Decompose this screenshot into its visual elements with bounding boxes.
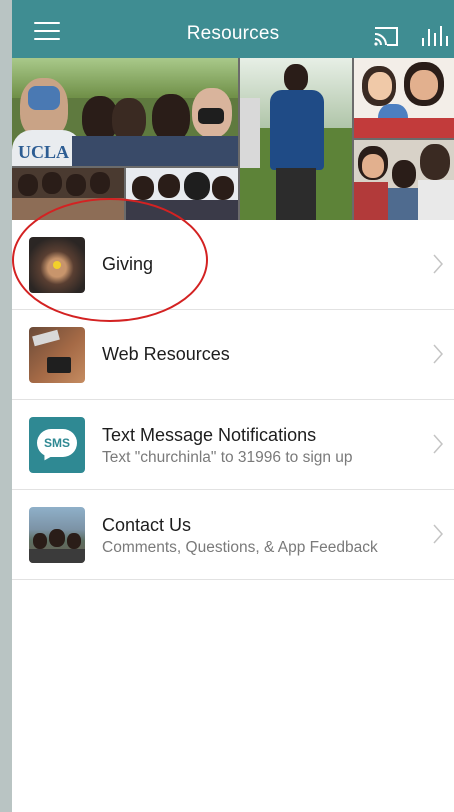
chevron-right-icon	[433, 524, 444, 544]
sms-label: SMS	[43, 436, 70, 450]
list-item-web-resources[interactable]: Web Resources	[12, 310, 454, 400]
cast-icon[interactable]	[372, 24, 400, 48]
resources-list: Giving Web Resources SMS Text Message No…	[12, 220, 454, 580]
list-item-text-message-notifications[interactable]: SMS Text Message Notifications Text "chu…	[12, 400, 454, 490]
family-photo-2	[354, 140, 454, 220]
outdoor-activity-photo	[240, 58, 352, 220]
web-resources-label: Web Resources	[102, 344, 230, 364]
list-item-giving[interactable]: Giving	[12, 220, 454, 310]
small-group-photo-2	[126, 168, 238, 220]
shirt-text: UCLA	[18, 142, 70, 162]
contact-us-label: Contact Us	[102, 515, 192, 535]
top-app-bar: Resources	[12, 0, 454, 58]
chevron-right-icon	[433, 434, 444, 454]
chevron-right-icon	[433, 254, 444, 274]
giving-label: Giving	[102, 254, 154, 274]
desk-laptop-thumbnail	[29, 327, 85, 383]
family-photo	[354, 58, 454, 138]
photo-collage-banner: UCLA	[12, 58, 454, 220]
app-screen: Resources UCLA Giving Web Resources SMS …	[12, 0, 454, 812]
text-message-notifications-subtitle: Text "churchinla" to 31996 to sign up	[102, 449, 353, 466]
giving-hands-thumbnail	[29, 237, 85, 293]
group-mountain-thumbnail	[29, 507, 85, 563]
chevron-right-icon	[433, 344, 444, 364]
group-selfie-photo: UCLA	[12, 58, 238, 166]
list-item-contact-us[interactable]: Contact Us Comments, Questions, & App Fe…	[12, 490, 454, 580]
contact-us-subtitle: Comments, Questions, & App Feedback	[102, 539, 378, 556]
small-group-photo-1	[12, 168, 124, 220]
sms-icon: SMS	[29, 417, 85, 473]
audio-bars-icon[interactable]	[420, 24, 450, 48]
text-message-notifications-label: Text Message Notifications	[102, 425, 317, 445]
